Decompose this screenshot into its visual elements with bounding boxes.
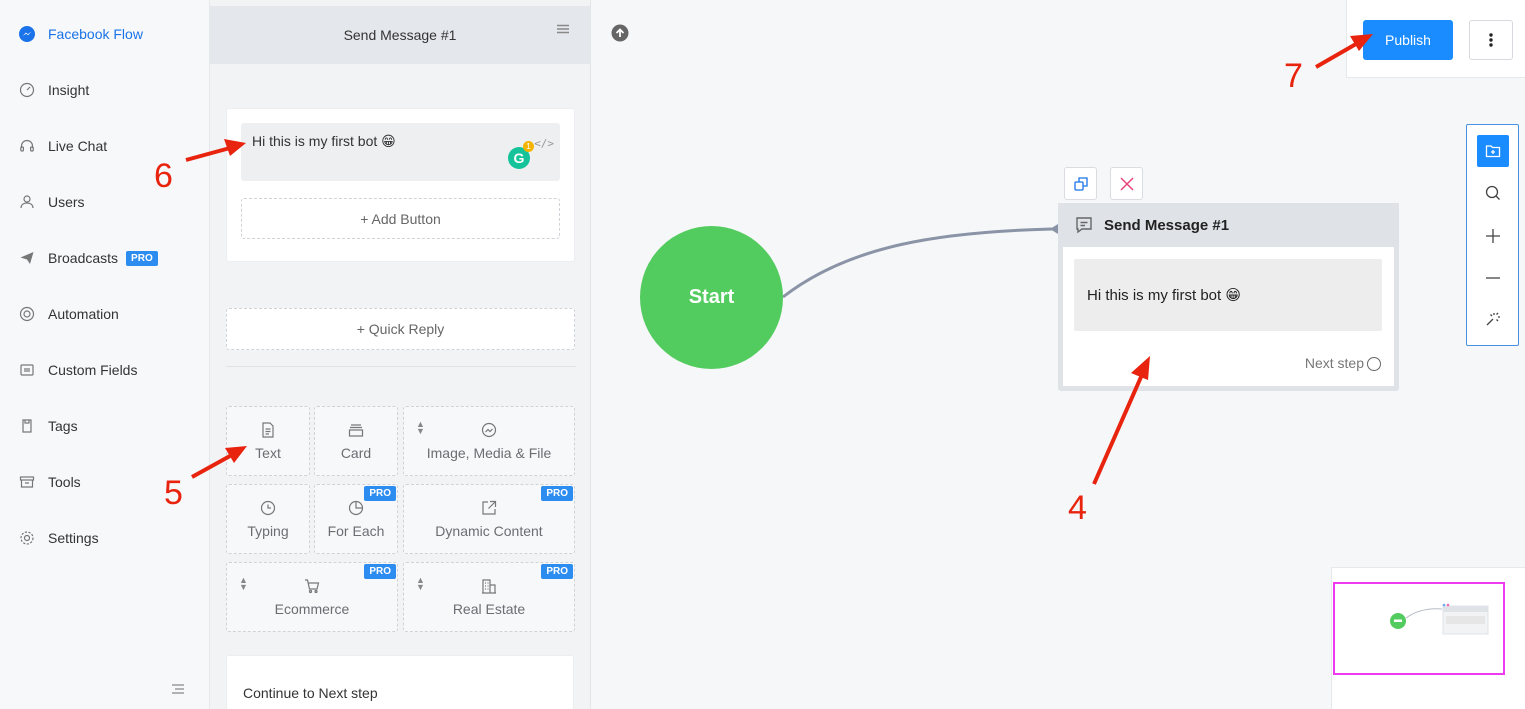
annotation-5: 5 [164, 474, 183, 512]
annotation-7: 7 [1284, 57, 1303, 95]
annotation-6: 6 [154, 157, 173, 195]
annotation-arrows [185, 34, 1373, 485]
annotation-4: 4 [1068, 489, 1087, 527]
